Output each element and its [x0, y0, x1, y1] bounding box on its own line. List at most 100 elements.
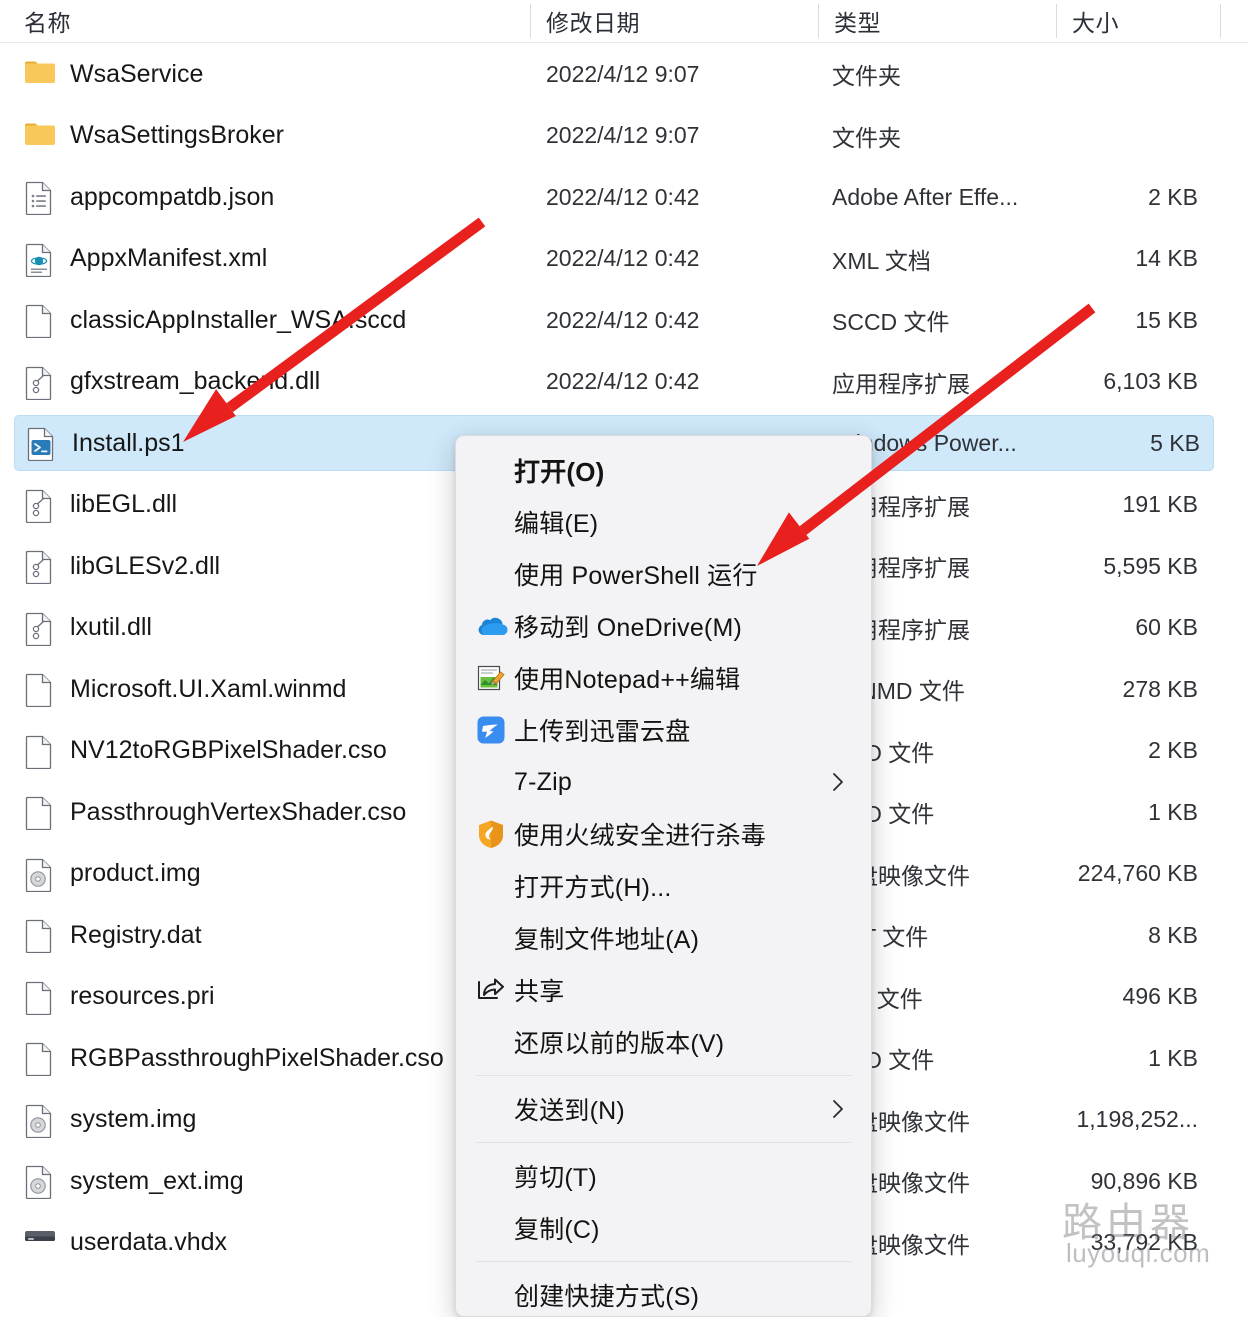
file-date-cell: 2022/4/12 0:42	[546, 169, 699, 225]
menu-item[interactable]: 发送到(N)	[456, 1083, 871, 1135]
file-name-cell: classicAppInstaller_WSA.sccd	[24, 292, 406, 348]
menu-item-icon-empty	[468, 1159, 514, 1193]
file-name-label: libEGL.dll	[70, 490, 177, 519]
file-name-label: resources.pri	[70, 982, 215, 1011]
menu-item-icon-empty	[468, 1025, 514, 1059]
file-date-cell: 2022/4/12 0:42	[546, 231, 699, 287]
menu-item-icon-empty	[468, 453, 514, 487]
column-header-type[interactable]: 类型	[834, 0, 881, 42]
chevron-right-icon	[831, 1098, 845, 1120]
file-row[interactable]: WsaSettingsBroker 2022/4/12 9:07 文件夹	[0, 108, 1214, 164]
disc-image-icon	[24, 1165, 54, 1197]
file-name-label: lxutil.dll	[70, 613, 152, 642]
file-row[interactable]: appcompatdb.json 2022/4/12 0:42 Adobe Af…	[0, 169, 1214, 225]
menu-item[interactable]: 使用 PowerShell 运行	[456, 548, 871, 600]
file-size-cell	[1000, 108, 1198, 164]
menu-separator	[476, 1075, 851, 1076]
menu-item-label: 移动到 OneDrive(M)	[514, 608, 742, 644]
menu-item-label: 使用Notepad++编辑	[514, 660, 740, 696]
disc-image-icon	[24, 1104, 54, 1136]
column-header-name[interactable]: 名称	[24, 0, 71, 42]
menu-item[interactable]: 创建快捷方式(S)	[456, 1269, 871, 1317]
file-size-cell: 1,198,252...	[1000, 1092, 1198, 1148]
menu-item-icon-empty	[468, 1092, 514, 1126]
menu-item[interactable]: 打开(O)	[456, 444, 871, 496]
menu-item-icon-empty	[468, 557, 514, 591]
json-file-icon	[24, 181, 54, 213]
powershell-file-icon	[26, 427, 56, 459]
file-name-cell: PassthroughVertexShader.cso	[24, 784, 406, 840]
file-name-label: Registry.dat	[70, 921, 202, 950]
column-divider-2[interactable]	[818, 4, 819, 38]
file-name-cell: Microsoft.UI.Xaml.winmd	[24, 661, 346, 717]
file-size-cell: 2 KB	[1000, 169, 1198, 225]
file-size-cell: 5,595 KB	[1000, 538, 1198, 594]
column-header-size[interactable]: 大小	[1072, 0, 1119, 42]
header-divider	[0, 42, 1248, 43]
menu-item[interactable]: 复制(C)	[456, 1202, 871, 1254]
vhdx-file-icon	[24, 1227, 54, 1259]
column-header-date-modified[interactable]: 修改日期	[546, 0, 640, 42]
menu-item[interactable]: 共享	[456, 964, 871, 1016]
file-name-label: system.img	[70, 1105, 196, 1134]
context-menu[interactable]: 打开(O) 编辑(E) 使用 PowerShell 运行 移动到 OneDriv…	[455, 435, 872, 1317]
dll-file-icon	[24, 366, 54, 398]
menu-item[interactable]: 移动到 OneDrive(M)	[456, 600, 871, 652]
file-explorer-list-view: 名称 修改日期 类型 大小 WsaService 2022/4/12 9:07 …	[0, 0, 1248, 1296]
column-divider-3[interactable]	[1056, 4, 1057, 38]
file-name-cell: Install.ps1	[26, 415, 185, 471]
menu-item[interactable]: 上传到迅雷云盘	[456, 704, 871, 756]
file-name-cell: resources.pri	[24, 969, 215, 1025]
menu-item[interactable]: 使用火绒安全进行杀毒	[456, 808, 871, 860]
file-name-label: WsaSettingsBroker	[70, 121, 284, 150]
file-type-cell: 文件夹	[832, 108, 901, 164]
dll-file-icon	[24, 612, 54, 644]
file-row[interactable]: WsaService 2022/4/12 9:07 文件夹	[0, 46, 1214, 102]
file-name-cell: AppxManifest.xml	[24, 231, 267, 287]
menu-item[interactable]: 编辑(E)	[456, 496, 871, 548]
menu-item[interactable]: 打开方式(H)...	[456, 860, 871, 912]
column-divider-4[interactable]	[1220, 4, 1221, 38]
file-name-cell: WsaService	[24, 46, 203, 102]
file-date-cell: 2022/4/12 9:07	[546, 108, 699, 164]
menu-item-label: 剪切(T)	[514, 1158, 597, 1194]
file-name-label: appcompatdb.json	[70, 183, 274, 212]
file-size-cell: 14 KB	[1000, 231, 1198, 287]
xml-file-icon	[24, 243, 54, 275]
file-date-cell: 2022/4/12 0:42	[546, 292, 699, 348]
file-date-cell: 2022/4/12 9:07	[546, 46, 699, 102]
menu-separator	[476, 1142, 851, 1143]
menu-item[interactable]: 使用Notepad++编辑	[456, 652, 871, 704]
menu-item-icon-empty	[468, 869, 514, 903]
menu-item[interactable]: 剪切(T)	[456, 1150, 871, 1202]
file-name-cell: Registry.dat	[24, 907, 202, 963]
file-name-cell: system.img	[24, 1092, 196, 1148]
file-name-cell: gfxstream_backend.dll	[24, 354, 320, 410]
blank-file-icon	[24, 919, 54, 951]
file-name-label: classicAppInstaller_WSA.sccd	[70, 306, 406, 335]
menu-item[interactable]: 7-Zip	[456, 756, 871, 808]
menu-item[interactable]: 还原以前的版本(V)	[456, 1016, 871, 1068]
column-divider-1[interactable]	[530, 4, 531, 38]
blank-file-icon	[24, 304, 54, 336]
dll-file-icon	[24, 489, 54, 521]
file-size-cell: 60 KB	[1000, 600, 1198, 656]
file-row[interactable]: AppxManifest.xml 2022/4/12 0:42 XML 文档 1…	[0, 231, 1214, 287]
file-size-cell	[1000, 46, 1198, 102]
file-name-label: WsaService	[70, 60, 203, 89]
file-size-cell: 278 KB	[1000, 661, 1198, 717]
menu-item-icon-empty	[468, 1211, 514, 1245]
file-name-label: system_ext.img	[70, 1167, 244, 1196]
menu-item-label: 还原以前的版本(V)	[514, 1024, 724, 1060]
menu-item[interactable]: 复制文件地址(A)	[456, 912, 871, 964]
file-row[interactable]: gfxstream_backend.dll 2022/4/12 0:42 应用程…	[0, 354, 1214, 410]
file-name-cell: appcompatdb.json	[24, 169, 274, 225]
xunlei-icon	[468, 713, 514, 747]
file-name-label: userdata.vhdx	[70, 1228, 227, 1257]
menu-item-label: 上传到迅雷云盘	[514, 712, 690, 748]
notepadpp-icon	[468, 661, 514, 695]
menu-item-label: 打开(O)	[514, 452, 605, 489]
file-name-label: Microsoft.UI.Xaml.winmd	[70, 675, 346, 704]
file-size-cell: 191 KB	[1000, 477, 1198, 533]
file-row[interactable]: classicAppInstaller_WSA.sccd 2022/4/12 0…	[0, 292, 1214, 348]
